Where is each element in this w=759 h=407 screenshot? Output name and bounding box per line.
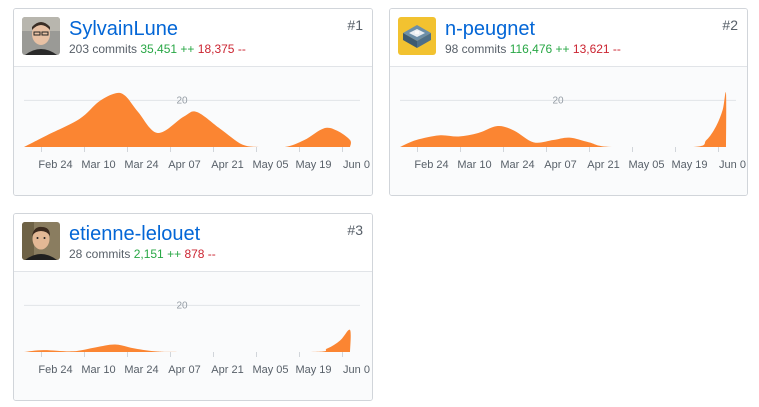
x-tick-label: Apr 21 <box>211 159 243 171</box>
x-tick-label: Mar 24 <box>500 159 534 171</box>
gridline-label: 20 <box>176 95 188 106</box>
commit-count-link[interactable]: 203 commits <box>69 42 137 56</box>
contributor-username-link[interactable]: n-peugnet <box>445 17 535 41</box>
contribution-chart-svg: 20 Feb 24 Mar 10 Mar 24 Apr 07 Apr 21 May 05 Ma… <box>24 92 370 171</box>
person-photo-icon <box>22 17 60 55</box>
contribution-chart: 20 Feb 24 Mar 10 Mar 24 Apr 07 Apr 21 May 05 Ma… <box>390 67 747 195</box>
avatar[interactable] <box>398 17 436 55</box>
x-tick-label: Feb 24 <box>38 159 72 171</box>
x-tick-label: May 19 <box>671 159 707 171</box>
contributor-card: etienne-lelouet 28 commits 2,151 ++ 878 … <box>13 213 373 401</box>
commit-count-link[interactable]: 98 commits <box>445 42 506 56</box>
x-tick-label: Mar 24 <box>124 159 158 171</box>
gridline-label: 20 <box>176 300 188 311</box>
contributor-rank: #2 <box>722 17 738 33</box>
avatar[interactable] <box>22 222 60 260</box>
contribution-area-series <box>24 329 351 352</box>
x-tick-label: Mar 24 <box>124 364 158 376</box>
deletions-count: 13,621 -- <box>572 42 621 56</box>
x-tick-label: Jun 0 <box>343 159 370 171</box>
deletions-count: 878 -- <box>184 247 216 261</box>
x-tick-label: Mar 10 <box>457 159 491 171</box>
x-tick-label: Apr 21 <box>211 364 243 376</box>
contribution-chart-svg: 20 Feb 24 Mar 10 Mar 24 Apr 07 Apr 21 May 05 Ma… <box>400 91 746 171</box>
contributor-rank: #1 <box>347 17 363 33</box>
avatar[interactable] <box>22 17 60 55</box>
additions-count: 2,151 ++ <box>133 247 182 261</box>
contribution-chart-svg: 20 Feb 24 Mar 10 Mar 24 Apr 07 Apr 21 May 05 Ma… <box>24 300 370 376</box>
card-header: etienne-lelouet 28 commits 2,151 ++ 878 … <box>14 214 372 272</box>
contribution-chart: 20 Feb 24 Mar 10 Mar 24 Apr 07 Apr 21 May 05 Ma… <box>14 67 372 195</box>
x-tick-label: Feb 24 <box>414 159 448 171</box>
contributor-rank: #3 <box>347 222 363 238</box>
x-tick-label: Jun 0 <box>719 159 746 171</box>
x-tick-label: May 19 <box>295 159 331 171</box>
gridline-label: 20 <box>552 95 564 106</box>
x-tick-label: Mar 10 <box>81 159 115 171</box>
additions-count: 35,451 ++ <box>140 42 195 56</box>
card-header: n-peugnet 98 commits 116,476 ++ 13,621 -… <box>390 9 747 67</box>
x-tick-label: Apr 21 <box>587 159 619 171</box>
x-tick-label: May 05 <box>252 364 288 376</box>
x-tick-label: Jun 0 <box>343 364 370 376</box>
x-tick-label: May 19 <box>295 364 331 376</box>
x-tick-label: Mar 10 <box>81 364 115 376</box>
contributor-stats: 98 commits 116,476 ++ 13,621 -- <box>445 41 621 57</box>
contributor-stats: 28 commits 2,151 ++ 878 -- <box>69 246 216 262</box>
contributor-username-link[interactable]: etienne-lelouet <box>69 222 200 246</box>
commit-count-link[interactable]: 28 commits <box>69 247 130 261</box>
card-header: SylvainLune 203 commits 35,451 ++ 18,375… <box>14 9 372 67</box>
building-avatar-icon <box>398 17 436 55</box>
x-tick-label: Apr 07 <box>544 159 576 171</box>
x-tick-label: Feb 24 <box>38 364 72 376</box>
additions-count: 116,476 ++ <box>509 42 570 56</box>
x-tick-label: Apr 07 <box>168 159 200 171</box>
contributor-card: SylvainLune 203 commits 35,451 ++ 18,375… <box>13 8 373 196</box>
contributor-username-link[interactable]: SylvainLune <box>69 17 178 41</box>
contribution-chart: 20 Feb 24 Mar 10 Mar 24 Apr 07 Apr 21 May 05 Ma… <box>14 272 372 400</box>
person-photo-icon <box>22 222 60 260</box>
x-tick-label: Apr 07 <box>168 364 200 376</box>
x-tick-label: May 05 <box>252 159 288 171</box>
deletions-count: 18,375 -- <box>197 42 246 56</box>
contributor-stats: 203 commits 35,451 ++ 18,375 -- <box>69 41 246 57</box>
x-tick-label: May 05 <box>628 159 664 171</box>
contributor-card: n-peugnet 98 commits 116,476 ++ 13,621 -… <box>389 8 748 196</box>
